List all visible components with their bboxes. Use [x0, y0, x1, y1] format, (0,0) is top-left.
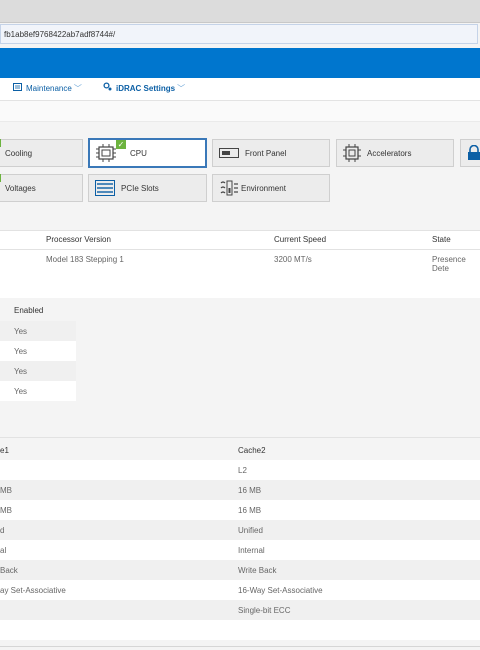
state-value: Presence Dete: [432, 255, 466, 273]
list-item: Yes: [0, 381, 76, 401]
tile-accelerators[interactable]: Accelerators: [336, 139, 454, 167]
accelerator-chip-icon: [343, 144, 361, 162]
col-header-processor-version: Processor Version: [46, 235, 111, 244]
environment-icon: [219, 180, 239, 196]
tile-front-panel-label: Front Panel: [245, 148, 287, 158]
table-row: L2: [0, 460, 480, 480]
front-panel-icon: [219, 148, 239, 158]
cache1-cell: al: [0, 546, 7, 555]
cache2-cell: Single-bit ECC: [238, 606, 291, 615]
feature-enabled-value: Yes: [14, 347, 28, 356]
processor-version-value: Model 183 Stepping 1: [46, 255, 124, 264]
cache2-cell: 16 MB: [238, 486, 262, 495]
feature-enabled-value: Yes: [14, 327, 28, 336]
cache2-cell: L2: [238, 466, 247, 475]
cache2-cell: 16 MB: [238, 506, 262, 515]
breadcrumb-band: [0, 101, 480, 122]
tile-cooling-label: Cooling: [5, 148, 33, 158]
maintenance-icon: [13, 78, 22, 100]
table-row: al Internal: [0, 540, 480, 560]
tile-pcie-slots-label: PCIe Slots: [121, 183, 159, 193]
tile-accelerators-label: Accelerators: [367, 148, 412, 158]
address-bar[interactable]: fb1ab8ef9768422ab7adf8744#/: [0, 24, 478, 44]
cache2-cell: Write Back: [238, 566, 277, 575]
cpu-chip-icon: [96, 144, 116, 162]
col-header-current-speed: Current Speed: [274, 235, 327, 244]
browser-tab-strip: [0, 0, 480, 23]
table-row: MB 16 MB: [0, 500, 480, 520]
list-item: Yes: [0, 341, 76, 361]
current-speed-value: 3200 MT/s: [274, 255, 312, 264]
table-row: MB 16 MB: [0, 480, 480, 500]
chevron-down-icon: ﹀: [177, 84, 186, 94]
lock-icon: [467, 145, 480, 161]
list-item: Yes: [0, 321, 76, 341]
status-ok-marker: [0, 174, 1, 182]
table-row: Single-bit ECC: [0, 600, 480, 620]
tile-cpu[interactable]: ✓ CPU: [88, 138, 207, 168]
table-row: d Unified: [0, 520, 480, 540]
tile-environment-label: Environment: [241, 183, 286, 193]
cache1-cell: d: [0, 526, 5, 535]
tile-cpu-label: CPU: [130, 148, 147, 158]
processor-table: Processor Version Current Speed State Mo…: [0, 230, 480, 298]
tile-environment[interactable]: Environment: [212, 174, 330, 202]
brand-header: [0, 48, 480, 78]
cache1-cell: Back: [0, 566, 18, 575]
feature-enabled-value: Yes: [14, 387, 28, 396]
status-ok-marker: [0, 139, 1, 147]
nav-maintenance-label: Maintenance: [26, 84, 72, 94]
pcie-slot-icon: [95, 180, 115, 196]
table-row: [0, 620, 480, 640]
cache1-cell: MB: [0, 506, 12, 515]
selected-check-icon: ✓: [116, 140, 126, 149]
tile-voltages-label: Voltages: [5, 183, 36, 193]
settings-gear-icon: [103, 78, 112, 100]
cache2-cell: Internal: [238, 546, 265, 555]
nav-maintenance[interactable]: Maintenance ﹀: [13, 78, 82, 100]
nav-idrac-settings-label: iDRAC Settings: [116, 84, 176, 94]
col-header-cache2: Cache2: [238, 446, 266, 455]
cache2-cell: 16-Way Set-Associative: [238, 586, 323, 595]
feature-enabled-value: Yes: [14, 367, 28, 376]
tile-security[interactable]: [460, 139, 480, 167]
col-header-state: State: [432, 235, 451, 244]
table-row: Back Write Back: [0, 560, 480, 580]
col-header-cache1: e1: [0, 446, 9, 455]
tile-cooling[interactable]: Cooling: [0, 139, 83, 167]
table-row: ay Set-Associative 16-Way Set-Associativ…: [0, 580, 480, 600]
chevron-down-icon: ﹀: [73, 84, 82, 94]
cache1-cell: MB: [0, 486, 12, 495]
tile-pcie-slots[interactable]: PCIe Slots: [88, 174, 207, 202]
tile-voltages[interactable]: Voltages: [0, 174, 83, 202]
cache2-cell: Unified: [238, 526, 263, 535]
features-enabled-header: Enabled: [14, 306, 44, 315]
list-item: Yes: [0, 361, 76, 381]
cache1-cell: ay Set-Associative: [0, 586, 66, 595]
main-nav: Maintenance ﹀ iDRAC Settings ﹀: [0, 78, 480, 101]
tile-front-panel[interactable]: Front Panel: [212, 139, 330, 167]
nav-idrac-settings[interactable]: iDRAC Settings ﹀: [103, 78, 185, 100]
